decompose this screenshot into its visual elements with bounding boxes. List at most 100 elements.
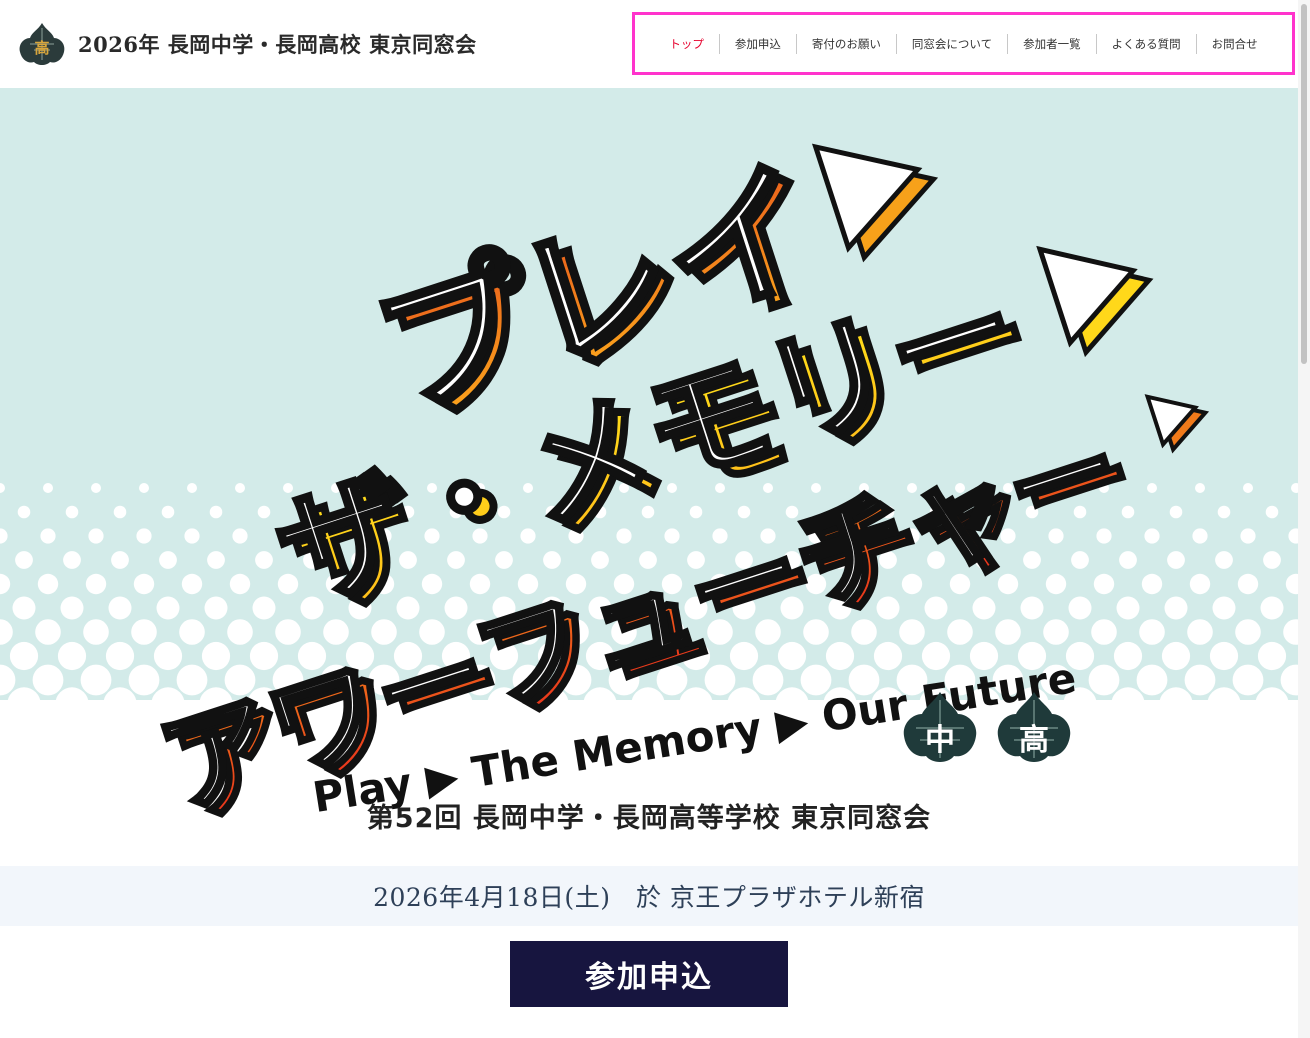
- nav-faq[interactable]: よくある質問: [1095, 33, 1196, 54]
- decor-dot: [1116, 596, 1140, 620]
- decor-dot: [1265, 505, 1279, 519]
- decor-dot: [235, 483, 245, 493]
- decor-dot: [204, 596, 228, 620]
- page-scrollbar[interactable]: [1298, 0, 1310, 1038]
- decor-dot: [184, 528, 200, 544]
- decor-dot: [1093, 573, 1115, 595]
- decor-dot: [899, 619, 925, 645]
- decor-dot: [83, 619, 109, 645]
- decor-dot: [187, 483, 197, 493]
- decor-dot: [1043, 619, 1069, 645]
- decor-dot: [43, 483, 53, 493]
- decor-dot: [1237, 573, 1259, 595]
- decor-dot: [35, 619, 61, 645]
- decor-dot: [139, 483, 149, 493]
- decor-dot: [1139, 619, 1165, 645]
- decor-dot: [1045, 573, 1067, 595]
- decor-dot: [1232, 664, 1264, 696]
- decor-dot: [1141, 573, 1163, 595]
- decor-dot: [40, 528, 56, 544]
- decor-dot: [159, 551, 177, 569]
- decor-dot: [176, 664, 208, 696]
- emblem-2-char: 高: [1019, 723, 1049, 758]
- decor-dot: [1240, 528, 1256, 544]
- register-button[interactable]: 参加申込: [510, 941, 788, 1007]
- decor-dot: [1255, 687, 1289, 721]
- decor-dot: [1147, 483, 1157, 493]
- decor-dot: [179, 619, 205, 645]
- decor-dot: [1119, 551, 1137, 569]
- decor-dot: [156, 596, 180, 620]
- decor-dot: [136, 528, 152, 544]
- decor-dot: [1257, 641, 1287, 671]
- decor-dot: [1159, 687, 1193, 721]
- decor-dot: [1189, 573, 1211, 595]
- main-nav: トップ 参加申込 寄付のお願い 同窓会について 参加者一覧 よくある質問 お問合…: [632, 12, 1295, 75]
- emblem-1-char: 中: [925, 723, 955, 758]
- decor-dot: [227, 619, 253, 645]
- decor-dot: [37, 573, 59, 595]
- decor-dot: [1235, 619, 1261, 645]
- decor-dot: [275, 619, 301, 645]
- decor-dot: [1215, 551, 1233, 569]
- decor-dot: [113, 505, 127, 519]
- decor-dot: [1184, 664, 1216, 696]
- decor-dot: [108, 596, 132, 620]
- decor-dot: [153, 641, 183, 671]
- decor-dot: [80, 664, 112, 696]
- decor-dot: [1263, 551, 1281, 569]
- decor-dot: [1209, 641, 1239, 671]
- decor-dot: [9, 641, 39, 671]
- decor-dot: [133, 573, 155, 595]
- decor-dot: [1113, 641, 1143, 671]
- event-date: 2026年4月18日(土) 於 京王プラザホテル新宿: [373, 883, 925, 912]
- nav-register[interactable]: 参加申込: [718, 33, 796, 54]
- decor-dot: [800, 664, 832, 696]
- decor-dot: [181, 573, 203, 595]
- decor-dot: [921, 641, 951, 671]
- decor-dot: [207, 551, 225, 569]
- decor-dot: [873, 641, 903, 671]
- decor-dot: [103, 687, 137, 721]
- decor-dot: [57, 641, 87, 671]
- decor-dot: [1187, 619, 1213, 645]
- nav-donation[interactable]: 寄付のお願い: [795, 33, 896, 54]
- decor-dot: [63, 551, 81, 569]
- decor-dot: [232, 528, 248, 544]
- decor-dot: [1212, 596, 1236, 620]
- decor-dot: [229, 573, 251, 595]
- decor-dot: [60, 596, 84, 620]
- decor-dot: [1020, 596, 1044, 620]
- event-date-band: 2026年4月18日(土) 於 京王プラザホテル新宿: [0, 866, 1298, 926]
- site-logo-link[interactable]: 高 2026年 長岡中学・長岡高校 東京同窓会: [16, 20, 477, 68]
- nav-contact[interactable]: お問合せ: [1195, 33, 1273, 54]
- school-emblem-icon: 高: [19, 23, 65, 65]
- decor-dot: [249, 641, 279, 671]
- scrollbar-thumb[interactable]: [1301, 4, 1307, 364]
- decor-dot: [88, 528, 104, 544]
- decor-dot: [1260, 596, 1284, 620]
- decor-dot: [1167, 551, 1185, 569]
- decor-dot: [209, 505, 223, 519]
- decor-dot: [15, 551, 33, 569]
- nav-about[interactable]: 同窓会について: [895, 33, 1007, 54]
- nav-participants[interactable]: 参加者一覧: [1007, 33, 1096, 54]
- decor-dot: [128, 664, 160, 696]
- decor-dot: [255, 551, 273, 569]
- decor-dot: [65, 505, 79, 519]
- decor-dot: [1111, 687, 1145, 721]
- decor-dot: [1091, 619, 1117, 645]
- decor-dot: [752, 664, 784, 696]
- decor-dot: [1136, 664, 1168, 696]
- nav-top[interactable]: トップ: [654, 34, 719, 54]
- decor-dot: [1164, 596, 1188, 620]
- logo-char: 高: [34, 39, 49, 57]
- decor-dot: [105, 641, 135, 671]
- decor-dot: [1207, 687, 1241, 721]
- event-title: 第52回 長岡中学・長岡高等学校 東京同窓会: [366, 803, 932, 834]
- decor-dot: [1217, 505, 1231, 519]
- decor-dot: [161, 505, 175, 519]
- decor-dot: [1192, 528, 1208, 544]
- decor-dot: [17, 505, 31, 519]
- decor-dot: [55, 687, 89, 721]
